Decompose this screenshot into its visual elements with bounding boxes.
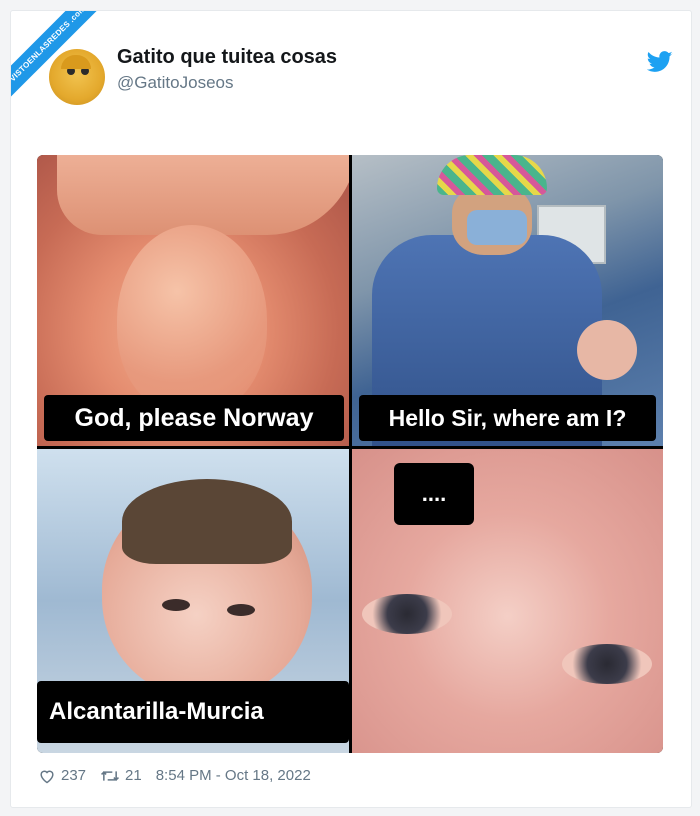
twitter-bird-icon[interactable]: [647, 51, 673, 73]
heart-icon: [40, 770, 54, 783]
retweet-icon: [101, 770, 120, 781]
timestamp-text: 8:54 PM - Oct 18, 2022: [155, 767, 311, 784]
author-name[interactable]: Gatito que tuitea cosas: [117, 46, 337, 69]
caption-panel1: God, please Norway: [44, 395, 344, 441]
meme-image[interactable]: God, please Norway Hello Sir, where am I…: [37, 155, 663, 753]
retweet-count: 21: [125, 767, 142, 784]
surgeon-cap-shape: [437, 155, 547, 195]
baby-eye-left: [162, 599, 190, 611]
panel-baby-closeup: ....: [352, 449, 663, 753]
newborn-shape: [577, 320, 637, 380]
tweet-footer: 237 21 8:54 PM - Oct 18, 2022: [38, 767, 325, 784]
baby-hair-shape: [122, 479, 292, 564]
closeup-eye-right: [562, 644, 652, 684]
panel-womb: God, please Norway: [37, 155, 349, 446]
avatar[interactable]: [49, 49, 105, 105]
fetus-shape: [117, 225, 267, 415]
tweet-timestamp[interactable]: 8:54 PM - Oct 18, 2022: [156, 767, 311, 784]
caption-panel2: Hello Sir, where am I?: [359, 395, 656, 441]
baby-eye-right: [227, 604, 255, 616]
caption-panel4: ....: [394, 463, 474, 525]
author-handle[interactable]: @GatitoJoseos: [117, 73, 233, 93]
surgeon-mask-shape: [467, 210, 527, 245]
caption-panel3: Alcantarilla-Murcia: [37, 681, 349, 743]
like-button[interactable]: 237: [38, 767, 86, 784]
panel-newborn: Alcantarilla-Murcia: [37, 449, 349, 753]
closeup-eye-left: [362, 594, 452, 634]
like-count: 237: [61, 767, 87, 784]
retweet-button[interactable]: 21: [100, 767, 142, 784]
hand-shape: [57, 155, 349, 235]
panel-surgeon: Hello Sir, where am I?: [352, 155, 663, 446]
